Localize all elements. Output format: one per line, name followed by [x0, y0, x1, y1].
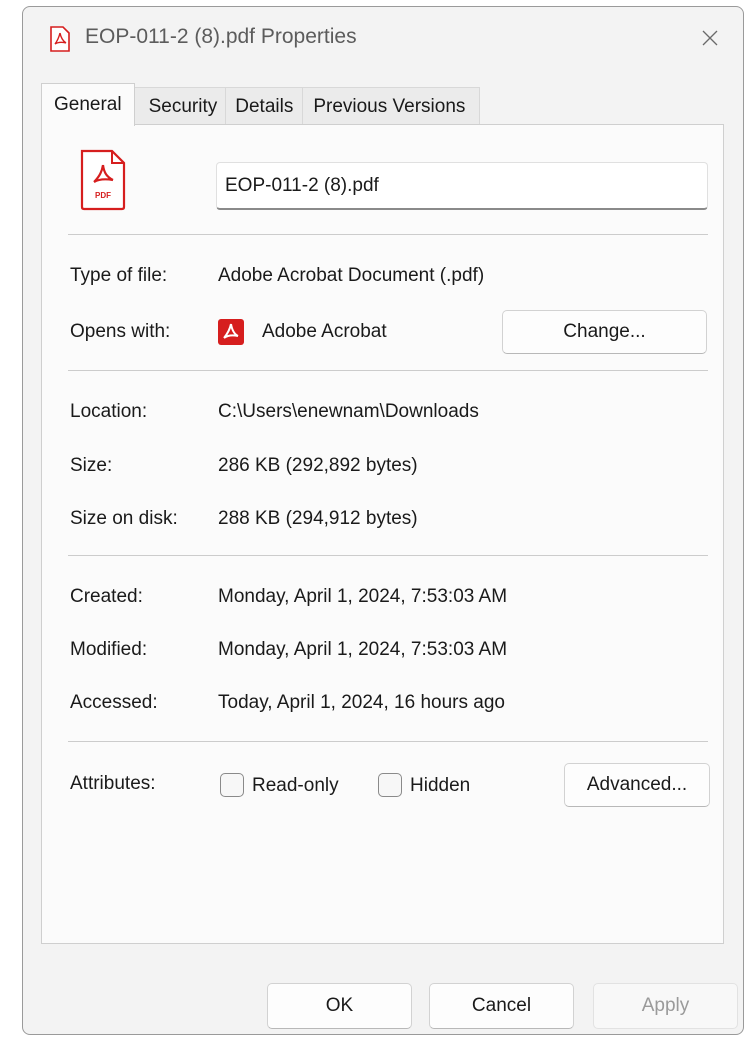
advanced-button[interactable]: Advanced... [564, 763, 710, 807]
divider [68, 370, 708, 371]
read-only-checkbox[interactable] [220, 773, 244, 797]
read-only-label[interactable]: Read-only [252, 775, 339, 797]
general-panel: PDF Type of file: Adobe Acrobat Document… [41, 124, 724, 944]
pdf-file-icon [49, 26, 71, 52]
size-label: Size: [70, 455, 113, 476]
tab-security[interactable]: Security [133, 87, 227, 125]
file-name-field[interactable] [216, 162, 708, 210]
type-of-file-value: Adobe Acrobat Document (.pdf) [218, 265, 485, 286]
size-on-disk-value: 288 KB (294,912 bytes) [218, 508, 418, 529]
type-of-file-label: Type of file: [70, 265, 168, 286]
ok-button[interactable]: OK [267, 983, 412, 1029]
apply-button[interactable]: Apply [593, 983, 738, 1029]
created-value: Monday, April 1, 2024, 7:53:03 AM [218, 586, 508, 607]
close-button[interactable] [693, 21, 727, 55]
divider [68, 234, 708, 235]
window-title: EOP-011-2 (8).pdf Properties [85, 25, 357, 48]
pdf-document-icon: PDF [78, 149, 128, 211]
properties-dialog: EOP-011-2 (8).pdf Properties General Sec… [22, 6, 744, 1035]
created-label: Created: [70, 586, 143, 607]
opens-with-label: Opens with: [70, 321, 171, 342]
tab-details[interactable]: Details [225, 87, 304, 125]
cancel-button[interactable]: Cancel [429, 983, 574, 1029]
tab-previous-versions[interactable]: Previous Versions [302, 87, 481, 125]
opens-with-value: Adobe Acrobat [262, 321, 387, 342]
hidden-checkbox[interactable] [378, 773, 402, 797]
modified-label: Modified: [70, 639, 148, 660]
hidden-label[interactable]: Hidden [410, 775, 470, 797]
size-value: 286 KB (292,892 bytes) [218, 455, 418, 476]
adobe-acrobat-icon [218, 319, 244, 345]
tab-strip: General Security Details Previous Versio… [41, 83, 481, 126]
divider [68, 741, 708, 742]
divider [68, 555, 708, 556]
svg-text:PDF: PDF [95, 191, 111, 200]
change-button[interactable]: Change... [502, 310, 707, 354]
attributes-label: Attributes: [70, 773, 156, 794]
location-label: Location: [70, 401, 148, 422]
size-on-disk-label: Size on disk: [70, 508, 178, 529]
accessed-value: Today, April 1, 2024, 16 hours ago [218, 692, 505, 713]
accessed-label: Accessed: [70, 692, 158, 713]
tab-general[interactable]: General [41, 83, 135, 126]
title-bar: EOP-011-2 (8).pdf Properties [23, 7, 743, 71]
location-value: C:\Users\enewnam\Downloads [218, 401, 479, 422]
close-icon [702, 30, 718, 46]
modified-value: Monday, April 1, 2024, 7:53:03 AM [218, 639, 508, 660]
